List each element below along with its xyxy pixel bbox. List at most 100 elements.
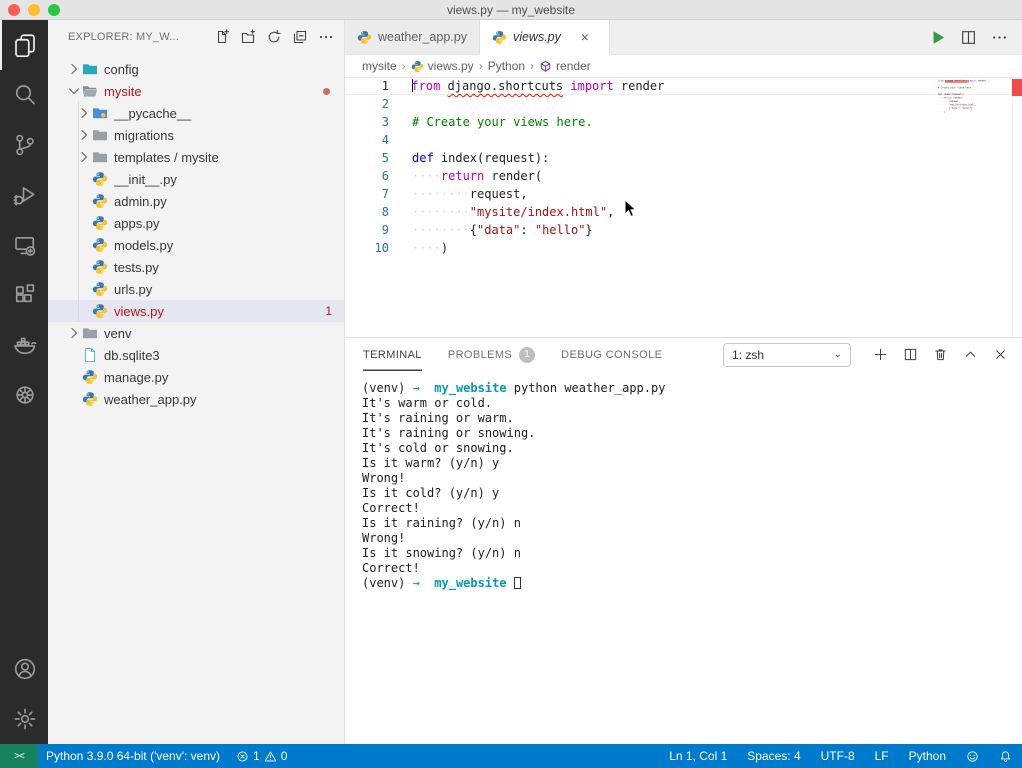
code-text: ········request, bbox=[412, 187, 528, 201]
problems-item[interactable]: 10 bbox=[228, 744, 295, 768]
status-lf-item[interactable]: LF bbox=[865, 744, 899, 768]
more-icon bbox=[993, 35, 1006, 39]
run-icon bbox=[933, 31, 944, 43]
code-line-7[interactable]: 7 ········request, bbox=[345, 185, 1022, 203]
tree-item-weather_app-py[interactable]: weather_app.py bbox=[48, 388, 344, 410]
new-folder-button[interactable] bbox=[240, 28, 256, 45]
activity-item-source-control[interactable] bbox=[0, 120, 48, 170]
line-number: 7 bbox=[381, 187, 389, 201]
breadcrumb: mysite › views.py › Python › render bbox=[345, 55, 1022, 77]
status-python-item[interactable]: Python bbox=[899, 744, 956, 768]
line-number: 10 bbox=[374, 241, 389, 255]
title-bar[interactable]: views.py — my_website bbox=[0, 0, 1022, 20]
code-editor[interactable]: 1 from django.shortcuts import render 2 3 # … bbox=[345, 77, 1022, 337]
tree-item-migrations[interactable]: migrations bbox=[48, 124, 344, 146]
code-line-4[interactable]: 4 bbox=[345, 131, 1022, 149]
close-panel-button[interactable] bbox=[993, 347, 1008, 362]
tree-item-label: __pycache__ bbox=[114, 105, 192, 121]
panel-tab-debug-console[interactable]: DEBUG CONSOLE bbox=[561, 338, 662, 371]
tree-item-config[interactable]: config bbox=[48, 58, 344, 80]
breadcrumb-python[interactable]: Python bbox=[488, 59, 525, 73]
tree-item-tests-py[interactable]: tests.py bbox=[48, 256, 344, 278]
chevron-right-icon bbox=[71, 63, 78, 75]
new-terminal-button[interactable] bbox=[873, 347, 888, 362]
tab-views-py[interactable]: views.py × bbox=[479, 20, 610, 55]
activity-bar-spacer bbox=[0, 420, 48, 644]
tree-item-db-sqlite3[interactable]: db.sqlite3 bbox=[48, 344, 344, 366]
tree-item-views-py[interactable]: views.py 1 bbox=[48, 300, 344, 322]
tree-item-templates-mysite[interactable]: templates / mysite bbox=[48, 146, 344, 168]
code-line-8[interactable]: 8 ········"mysite/index.html", bbox=[345, 203, 1022, 221]
code-line-10[interactable]: 10 ····) bbox=[345, 239, 1022, 257]
maximize-panel-button[interactable] bbox=[963, 347, 978, 362]
breadcrumb-mysite[interactable]: mysite bbox=[362, 59, 397, 73]
terminal-output[interactable]: (venv) → my_website python weather_app.p… bbox=[345, 371, 1022, 744]
minimap[interactable]: from django.shortcuts import render # Cre… bbox=[938, 79, 1010, 279]
activity-item-docker[interactable] bbox=[0, 320, 48, 370]
py-icon bbox=[92, 216, 108, 230]
tree-item-apps-py[interactable]: apps.py bbox=[48, 212, 344, 234]
breadcrumb-render[interactable]: render bbox=[539, 59, 591, 73]
new-file-button[interactable] bbox=[214, 28, 230, 45]
collapse-all-button[interactable] bbox=[292, 29, 308, 45]
py-icon bbox=[411, 60, 423, 72]
status-utf-8-item[interactable]: UTF-8 bbox=[811, 744, 865, 768]
code-line-1[interactable]: 1 from django.shortcuts import render bbox=[345, 77, 1022, 95]
more-button[interactable] bbox=[318, 29, 334, 45]
tree-item-label: weather_app.py bbox=[104, 391, 197, 407]
status-ln-item[interactable]: Ln 1, Col 1 bbox=[659, 744, 737, 768]
code-line-6[interactable]: 6 ····return render( bbox=[345, 167, 1022, 185]
activity-item-account[interactable] bbox=[0, 644, 48, 694]
tree-item-venv[interactable]: venv bbox=[48, 322, 344, 344]
code-line-5[interactable]: 5 def index(request): bbox=[345, 149, 1022, 167]
tab-bar: weather_app.py views.py × bbox=[345, 20, 1022, 55]
tree-item-label: tests.py bbox=[114, 259, 159, 275]
breadcrumb-label: Python bbox=[487, 59, 526, 73]
tab-weather_app-py[interactable]: weather_app.py bbox=[345, 20, 480, 54]
breadcrumb-views-py[interactable]: views.py bbox=[411, 59, 474, 73]
warning-icon bbox=[264, 751, 277, 761]
tree-item-label: manage.py bbox=[104, 369, 169, 385]
panel-tab-problems[interactable]: PROBLEMS 1 bbox=[448, 338, 536, 371]
panel-tab-terminal[interactable]: TERMINAL bbox=[363, 338, 422, 371]
activity-item-settings[interactable] bbox=[0, 694, 48, 744]
status-spaces-item[interactable]: Spaces: 4 bbox=[737, 744, 810, 768]
code-line-2[interactable]: 2 bbox=[345, 95, 1022, 113]
tree-item-admin-py[interactable]: admin.py bbox=[48, 190, 344, 212]
tree-item-urls-py[interactable]: urls.py bbox=[48, 278, 344, 300]
breadcrumb-separator: › bbox=[401, 59, 406, 73]
run-button[interactable] bbox=[929, 29, 946, 46]
terminal-select[interactable]: 1: zsh ⌄ bbox=[723, 342, 851, 367]
close-tab-icon[interactable]: × bbox=[577, 29, 593, 45]
activity-item-remote-explorer[interactable] bbox=[0, 220, 48, 270]
more-button[interactable] bbox=[991, 29, 1008, 46]
chevron-right-icon bbox=[66, 325, 82, 341]
remote-indicator[interactable]: >< bbox=[0, 744, 38, 768]
split-editor-button[interactable] bbox=[960, 29, 977, 46]
code-text: ····) bbox=[412, 241, 449, 255]
code-line-3[interactable]: 3 # Create your views here. bbox=[345, 113, 1022, 131]
tree-item-__init__-py[interactable]: __init__.py bbox=[48, 168, 344, 190]
bell-button[interactable] bbox=[989, 744, 1022, 768]
new-terminal-icon bbox=[874, 348, 887, 361]
activity-item-run-debug[interactable] bbox=[0, 170, 48, 220]
tree-item-mysite[interactable]: mysite bbox=[48, 80, 344, 102]
tree-item-manage-py[interactable]: manage.py bbox=[48, 366, 344, 388]
refresh-button[interactable] bbox=[266, 29, 282, 45]
split-terminal-button[interactable] bbox=[903, 347, 918, 362]
tree-item-__pycache__[interactable]: __pycache__ bbox=[48, 102, 344, 124]
code-line-9[interactable]: 9 ········{"data": "hello"} bbox=[345, 221, 1022, 239]
chevron-right-icon bbox=[66, 61, 82, 77]
activity-item-kubernetes[interactable] bbox=[0, 370, 48, 420]
py-icon bbox=[92, 259, 108, 275]
overview-ruler[interactable] bbox=[1012, 77, 1022, 337]
activity-item-explorer[interactable] bbox=[0, 20, 48, 70]
python-interpreter-item[interactable]: Python 3.9.0 64-bit ('venv': venv) bbox=[38, 744, 228, 768]
feedback-button[interactable] bbox=[956, 744, 989, 768]
kill-terminal-button[interactable] bbox=[933, 347, 948, 362]
tree-item-models-py[interactable]: models.py bbox=[48, 234, 344, 256]
terminal-line: Correct! bbox=[362, 561, 420, 575]
explorer-sidebar: EXPLORER: MY_W... config mysite __pycache_… bbox=[48, 20, 345, 744]
activity-item-search[interactable] bbox=[0, 70, 48, 120]
activity-item-extensions[interactable] bbox=[0, 270, 48, 320]
